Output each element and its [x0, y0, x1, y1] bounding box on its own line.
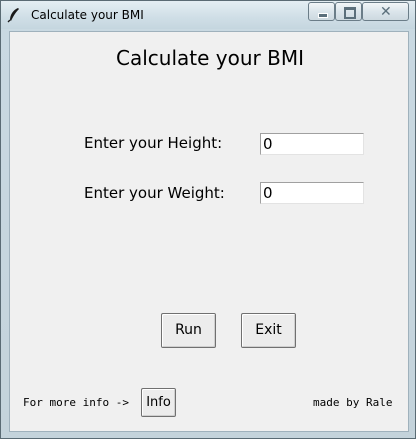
minimize-button[interactable] [308, 2, 335, 21]
weight-label: Enter your Weight: [84, 184, 225, 202]
exit-button[interactable]: Exit [241, 313, 296, 348]
window-title: Calculate your BMI [31, 8, 144, 22]
credit-text: made by Rale [313, 396, 393, 409]
run-button[interactable]: Run [161, 313, 216, 348]
page-title: Calculate your BMI [116, 46, 304, 70]
info-button[interactable]: Info [141, 388, 176, 417]
more-info-text: For more info -> [23, 396, 129, 409]
close-button[interactable]: ✕ [362, 2, 409, 21]
height-label: Enter your Height: [84, 134, 223, 152]
weight-input[interactable] [260, 182, 364, 204]
maximize-button[interactable] [335, 2, 362, 21]
height-input[interactable] [260, 133, 364, 155]
maximize-icon [344, 7, 356, 19]
client-area: Calculate your BMI Enter your Height: En… [9, 31, 409, 432]
close-icon: ✕ [380, 4, 392, 20]
title-bar[interactable]: Calculate your BMI ✕ [1, 1, 415, 29]
minimize-icon [318, 13, 328, 18]
feather-icon [7, 8, 19, 23]
app-window: Calculate your BMI ✕ Calculate your BMI … [0, 0, 416, 439]
